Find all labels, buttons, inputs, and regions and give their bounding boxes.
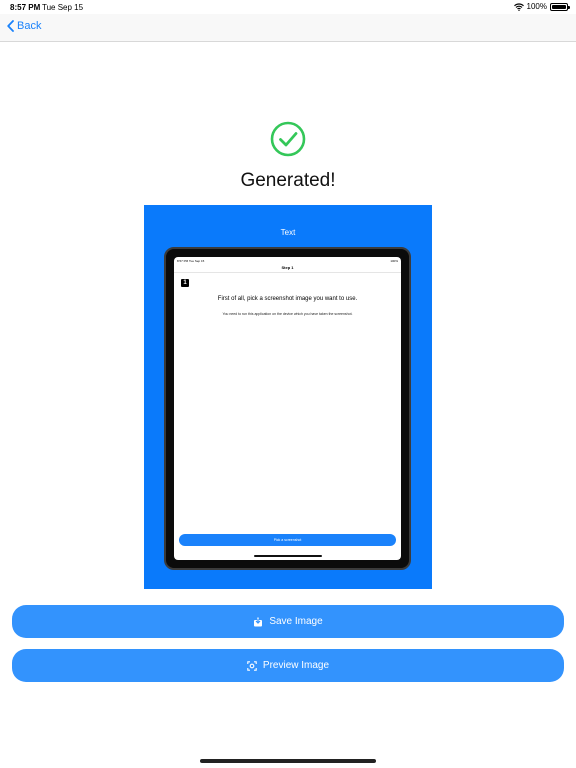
battery-percent: 100%: [526, 2, 547, 11]
back-button[interactable]: Back: [7, 20, 41, 32]
back-label: Back: [17, 20, 42, 32]
viewfinder-icon: [247, 660, 257, 671]
save-icon: [254, 617, 263, 626]
battery-icon: [550, 2, 570, 11]
navigation-bar: Back: [0, 14, 576, 42]
wifi-icon: [513, 2, 524, 11]
preview-image-label: Preview Image: [262, 660, 330, 671]
mini-heading: First of all, pick a screenshot image yo…: [217, 296, 358, 302]
preview-image: Text 8:57 PM Tue Sep 15 100% Step 1 1 Fi…: [144, 205, 432, 589]
mini-nav-title: Step 1: [174, 263, 401, 273]
mini-pick-button: Pick a screenshot: [179, 534, 396, 546]
mini-subtext: You need to run this application on the …: [222, 312, 353, 316]
device-frame: 8:57 PM Tue Sep 15 100% Step 1 1 First o…: [164, 247, 411, 570]
save-image-button[interactable]: Save Image: [12, 605, 564, 638]
status-bar: 8:57 PM Tue Sep 15 100%: [0, 0, 576, 14]
screen: 8:57 PM Tue Sep 15 100% Back Generated! …: [0, 0, 576, 768]
save-image-label: Save Image: [269, 616, 323, 627]
preview-image-button[interactable]: Preview Image: [12, 649, 564, 682]
page-title: Generated!: [240, 170, 336, 191]
status-date: Tue Sep 15: [42, 3, 84, 12]
home-indicator: [200, 759, 376, 763]
mini-home-indicator: [254, 555, 322, 557]
preview-caption: Text: [280, 228, 296, 237]
checkmark-circle-icon: [270, 121, 306, 157]
status-time: 8:57 PM: [10, 3, 41, 12]
chevron-left-icon: [7, 20, 14, 32]
step-badge: 1: [181, 279, 189, 287]
status-right: 100%: [513, 2, 570, 11]
device-screen: 8:57 PM Tue Sep 15 100% Step 1 1 First o…: [174, 257, 401, 560]
